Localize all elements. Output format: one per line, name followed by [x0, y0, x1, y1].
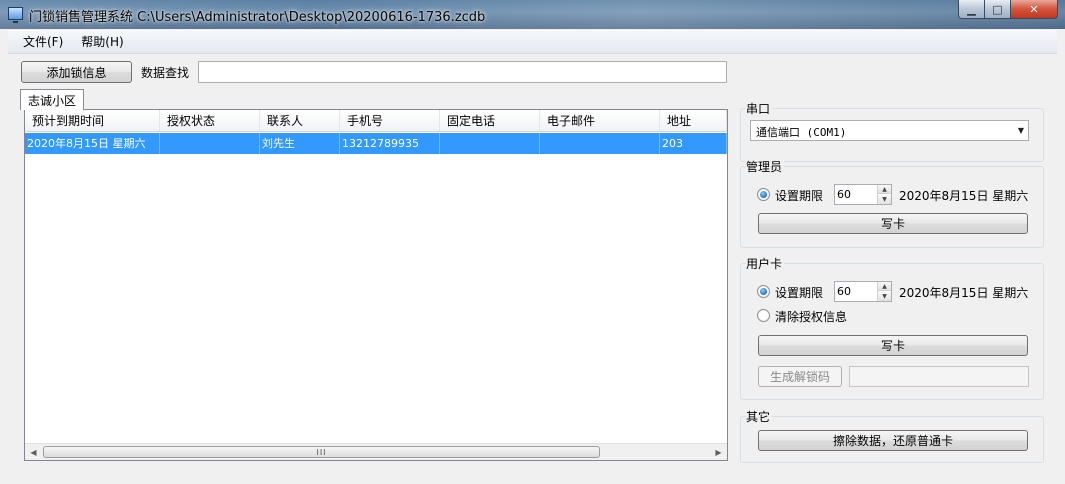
title-bar[interactable]: 门锁销售管理系统 C:\Users\Administrator\Desktop\… — [0, 0, 1065, 29]
window-controls: ▁ □ ✕ — [958, 0, 1058, 20]
search-input[interactable] — [198, 61, 727, 83]
serial-group-title: 串口 — [746, 100, 773, 117]
other-group-title: 其它 — [746, 408, 773, 425]
admin-set-term-label[interactable]: 设置期限 — [775, 187, 823, 204]
app-window: 门锁销售管理系统 C:\Users\Administrator\Desktop\… — [0, 0, 1065, 484]
admin-group — [740, 166, 1044, 248]
column-header-address[interactable]: 地址 — [660, 110, 727, 131]
cell-address: 203 — [660, 133, 727, 154]
horizontal-scrollbar[interactable]: ◀ III ▶ — [25, 443, 727, 460]
clear-auth-label[interactable]: 清除授权信息 — [775, 308, 847, 325]
close-icon: ✕ — [1029, 2, 1039, 16]
menu-help[interactable]: 帮助(H) — [72, 30, 132, 54]
spin-down-icon[interactable]: ▼ — [878, 195, 891, 204]
scroll-thumb[interactable]: III — [43, 446, 600, 458]
menu-bar: 文件(F) 帮助(H) — [8, 30, 1057, 54]
column-header-auth-status[interactable]: 授权状态 — [160, 110, 260, 131]
cell-mobile: 13212789935 — [340, 133, 440, 154]
spin-down-icon[interactable]: ▼ — [878, 292, 891, 301]
column-header-contact[interactable]: 联系人 — [260, 110, 340, 131]
maximize-button[interactable]: □ — [985, 0, 1011, 19]
column-header-mobile[interactable]: 手机号 — [340, 110, 440, 131]
cell-expiry: 2020年8月15日 星期六 — [25, 133, 160, 154]
serial-port-select[interactable]: 通信端口 (COM1) ▼ — [750, 120, 1029, 141]
close-button[interactable]: ✕ — [1011, 0, 1058, 19]
user-spin-buttons: ▲ ▼ — [877, 282, 891, 301]
lock-data-grid: 预计到期时间 授权状态 联系人 手机号 固定电话 电子邮件 地址 2020年8月… — [24, 109, 728, 461]
grid-header: 预计到期时间 授权状态 联系人 手机号 固定电话 电子邮件 地址 — [25, 110, 727, 132]
scroll-right-icon[interactable]: ▶ — [710, 444, 727, 460]
add-lock-info-button[interactable]: 添加锁信息 — [21, 61, 132, 83]
user-days-stepper[interactable]: 60 ▲ ▼ — [834, 281, 892, 302]
user-set-term-radio[interactable] — [757, 285, 770, 298]
generate-unlock-code-button[interactable]: 生成解锁码 — [758, 366, 842, 387]
scroll-left-icon[interactable]: ◀ — [25, 444, 42, 460]
search-label: 数据查找 — [141, 66, 190, 80]
column-header-expiry[interactable]: 预计到期时间 — [25, 110, 160, 131]
cell-auth-status — [160, 133, 260, 154]
main-content: 添加锁信息 数据查找 志诚小区 预计到期时间 授权状态 联系人 手机号 固定电话… — [8, 55, 1057, 476]
maximize-icon: □ — [992, 2, 1003, 16]
admin-expiry-date: 2020年8月15日 星期六 — [899, 189, 1029, 203]
admin-days-stepper[interactable]: 60 ▲ ▼ — [834, 184, 892, 205]
unlock-code-field[interactable] — [849, 366, 1029, 387]
user-set-term-label[interactable]: 设置期限 — [775, 284, 823, 301]
admin-days-value: 60 — [837, 188, 851, 201]
cell-email — [540, 133, 660, 154]
cell-phone — [440, 133, 540, 154]
user-write-card-button[interactable]: 写卡 — [758, 335, 1028, 356]
scroll-grip-icon: III — [316, 447, 327, 457]
admin-spin-buttons: ▲ ▼ — [877, 185, 891, 204]
minimize-button[interactable]: ▁ — [958, 0, 985, 19]
column-header-phone[interactable]: 固定电话 — [440, 110, 540, 131]
erase-restore-card-button[interactable]: 擦除数据，还原普通卡 — [758, 430, 1028, 451]
tab-zhicheng-community[interactable]: 志诚小区 — [20, 89, 84, 110]
admin-group-title: 管理员 — [746, 158, 785, 175]
user-days-value: 60 — [837, 285, 851, 298]
window-title: 门锁销售管理系统 C:\Users\Administrator\Desktop\… — [29, 10, 486, 25]
serial-port-value: 通信端口 (COM1) — [756, 126, 847, 139]
app-icon — [8, 7, 23, 23]
clear-auth-radio[interactable] — [757, 309, 770, 322]
user-expiry-date: 2020年8月15日 星期六 — [899, 286, 1029, 300]
menu-file[interactable]: 文件(F) — [14, 30, 72, 54]
admin-write-card-button[interactable]: 写卡 — [758, 213, 1028, 234]
user-card-group-title: 用户卡 — [746, 255, 785, 272]
spin-up-icon[interactable]: ▲ — [878, 282, 891, 291]
minimize-icon: ▁ — [967, 2, 976, 16]
column-header-email[interactable]: 电子邮件 — [540, 110, 660, 131]
spin-up-icon[interactable]: ▲ — [878, 185, 891, 194]
admin-set-term-radio[interactable] — [757, 188, 770, 201]
chevron-down-icon: ▼ — [1017, 126, 1024, 135]
table-row[interactable]: 2020年8月15日 星期六 刘先生 13212789935 203 — [25, 133, 727, 154]
cell-contact: 刘先生 — [260, 133, 340, 154]
